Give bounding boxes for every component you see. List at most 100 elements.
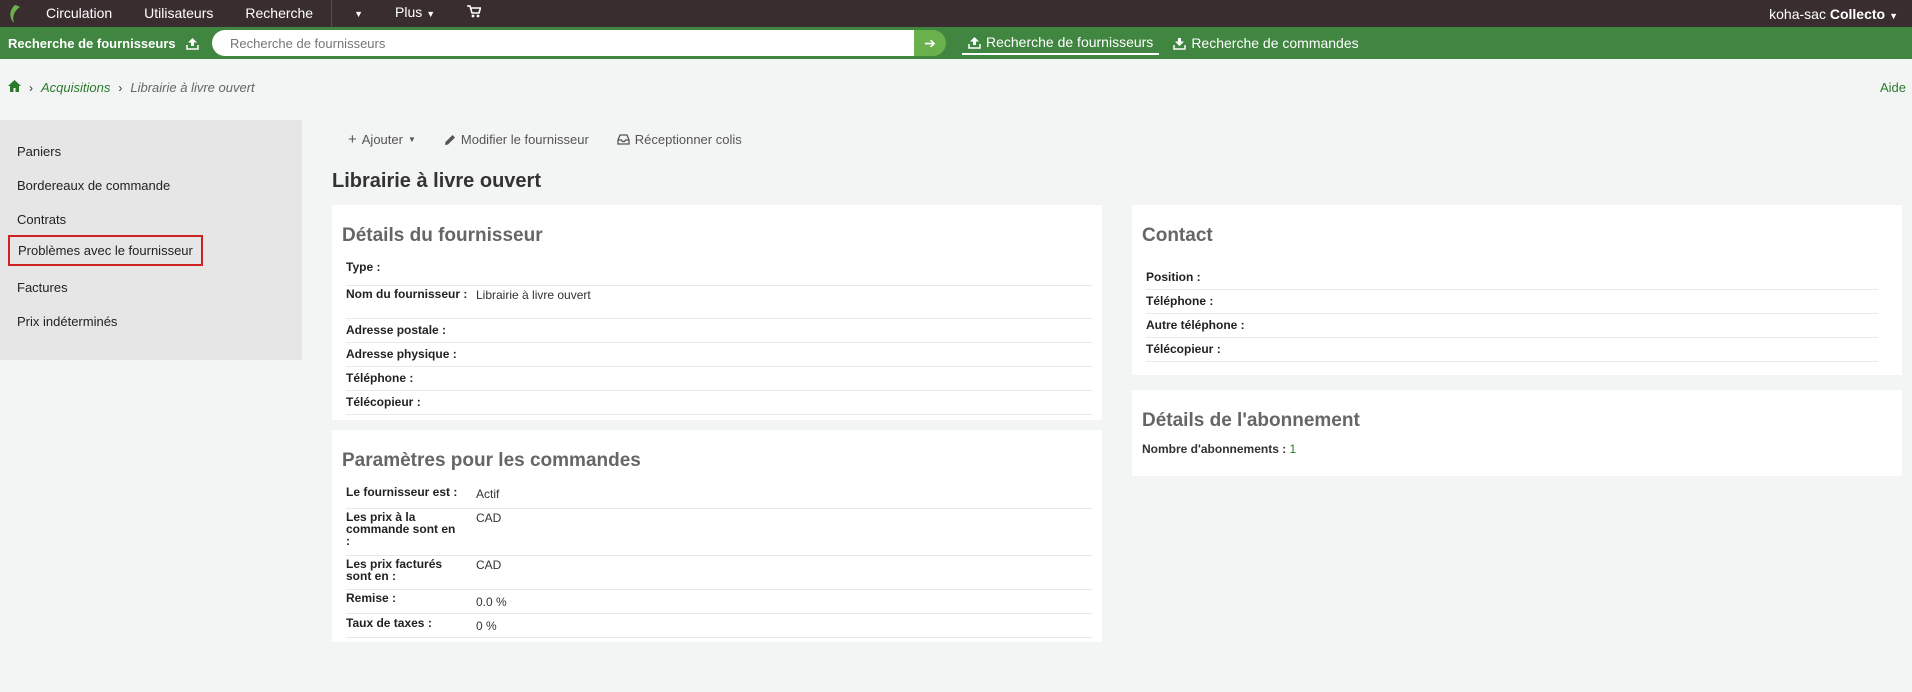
tax-label: Taux de taxes : xyxy=(346,616,432,630)
add-button-label: Ajouter xyxy=(361,132,403,147)
contact-phone-label: Téléphone : xyxy=(1146,294,1214,308)
detail-row-fax: Télécopieur : xyxy=(346,390,1092,415)
add-button[interactable]: + Ajouter ▼ xyxy=(348,131,416,148)
nav-separator xyxy=(331,0,333,27)
breadcrumb-acquisitions[interactable]: Acquisitions xyxy=(41,80,110,95)
order-params-title: Paramètres pour les commandes xyxy=(342,450,641,471)
caret-down-icon: ▼ xyxy=(1889,10,1898,21)
search-type-text: Recherche de fournisseurs xyxy=(8,35,176,51)
upload-icon xyxy=(185,37,199,50)
receive-shipments-button[interactable]: Réceptionner colis xyxy=(617,131,742,148)
tab-order-search[interactable]: Recherche de commandes xyxy=(1167,30,1364,56)
search-submit-button[interactable]: ➔ xyxy=(914,30,946,56)
arrow-right-icon: ➔ xyxy=(924,34,936,51)
nav-plus-label: Plus xyxy=(395,4,423,20)
subscription-count-row: Nombre d'abonnements : 1 xyxy=(1142,442,1296,456)
sidebar-item-contracts[interactable]: Contrats xyxy=(17,212,66,227)
contact-title: Contact xyxy=(1142,225,1213,246)
phone-label: Téléphone : xyxy=(346,371,414,385)
sidebar-item-baskets[interactable]: Paniers xyxy=(17,144,61,159)
chevron-right-icon: › xyxy=(118,80,123,95)
detail-row-postal: Adresse postale : xyxy=(346,318,1092,343)
postal-label: Adresse postale : xyxy=(346,323,447,337)
page-title: Librairie à livre ouvert xyxy=(332,170,541,192)
status-label: Le fournisseur est : xyxy=(346,485,458,499)
tab-order-search-label: Recherche de commandes xyxy=(1191,35,1359,51)
chevron-right-icon: › xyxy=(29,80,33,95)
param-row-invoice-prices: Les prix facturés sont en : CAD xyxy=(346,555,1092,590)
fax-label: Télécopieur : xyxy=(346,395,421,409)
param-row-tax: Taux de taxes : 0 % xyxy=(346,613,1092,638)
sidebar-item-uncertain-prices[interactable]: Prix indéterminés xyxy=(17,314,117,329)
sidebar-item-invoices[interactable]: Factures xyxy=(17,280,68,295)
sidebar: Paniers Bordereaux de commande Contrats … xyxy=(0,120,302,360)
nav-plus-menu[interactable]: Plus ▼ xyxy=(379,0,451,28)
nav-circulation[interactable]: Circulation xyxy=(30,0,128,27)
koha-logo-icon[interactable] xyxy=(0,0,30,27)
caret-down-icon: ▼ xyxy=(426,9,436,19)
contact-row-position: Position : xyxy=(1146,265,1878,290)
param-row-discount: Remise : 0.0 % xyxy=(346,589,1092,614)
vendor-details-title: Détails du fournisseur xyxy=(342,225,543,246)
search-input-wrapper xyxy=(212,30,914,56)
tab-vendor-search[interactable]: Recherche de fournisseurs xyxy=(962,31,1160,55)
user-menu[interactable]: koha-sac Collecto ▼ xyxy=(1769,6,1912,22)
upload-icon xyxy=(968,36,981,49)
vendor-search-input[interactable] xyxy=(212,34,832,52)
list-prices-label: Les prix à la commande sont en : xyxy=(346,510,456,548)
name-label: Nom du fournisseur : xyxy=(346,287,468,301)
user-name: koha-sac xyxy=(1769,5,1826,22)
detail-row-name: Nom du fournisseur : Librairie à livre o… xyxy=(346,285,1092,319)
contact-row-fax: Télécopieur : xyxy=(1146,337,1878,362)
discount-value: 0.0 % xyxy=(476,595,507,609)
nav-users[interactable]: Utilisateurs xyxy=(128,0,229,27)
list-prices-value: CAD xyxy=(476,511,502,525)
caret-down-icon: ▼ xyxy=(354,9,364,19)
sidebar-item-basket-groups[interactable]: Bordereaux de commande xyxy=(17,178,170,193)
nav-more-toggle[interactable]: ▼ xyxy=(334,0,379,28)
order-params-panel: Paramètres pour les commandes Le fournis… xyxy=(332,430,1102,642)
caret-down-icon: ▼ xyxy=(407,135,416,144)
vendor-details-panel: Détails du fournisseur Type : Nom du fou… xyxy=(332,205,1102,420)
edit-vendor-label: Modifier le fournisseur xyxy=(460,132,589,147)
top-navbar: Circulation Utilisateurs Recherche ▼ Plu… xyxy=(0,0,1912,27)
nav-search[interactable]: Recherche xyxy=(229,0,329,27)
edit-vendor-button[interactable]: Modifier le fournisseur xyxy=(444,131,589,148)
pencil-icon xyxy=(444,134,455,145)
subscription-title: Détails de l'abonnement xyxy=(1142,410,1360,431)
search-bar: Recherche de fournisseurs ➔ Recherche de… xyxy=(0,27,1912,59)
breadcrumb-current: Librairie à livre ouvert xyxy=(130,80,255,95)
alt-phone-label: Autre téléphone : xyxy=(1146,318,1245,332)
param-row-status: Le fournisseur est : Actif xyxy=(346,484,1092,509)
name-value: Librairie à livre ouvert xyxy=(476,288,591,302)
status-value: Actif xyxy=(476,487,500,501)
tab-vendor-search-label: Recherche de fournisseurs xyxy=(986,34,1154,50)
detail-row-physical: Adresse physique : xyxy=(346,342,1092,367)
help-link[interactable]: Aide xyxy=(1880,80,1906,95)
type-label: Type : xyxy=(346,260,381,274)
subscription-count-link[interactable]: 1 xyxy=(1290,442,1297,456)
contact-fax-label: Télécopieur : xyxy=(1146,342,1221,356)
contact-row-alt-phone: Autre téléphone : xyxy=(1146,313,1878,338)
contact-row-phone: Téléphone : xyxy=(1146,289,1878,314)
download-icon xyxy=(1173,37,1187,50)
detail-row-type: Type : xyxy=(346,261,1092,286)
discount-label: Remise : xyxy=(346,591,397,605)
home-icon[interactable] xyxy=(8,80,21,95)
search-type-label[interactable]: Recherche de fournisseurs xyxy=(0,36,208,51)
breadcrumb: › Acquisitions › Librairie à livre ouver… xyxy=(8,80,255,95)
sidebar-item-vendor-issues[interactable]: Problèmes avec le fournisseur xyxy=(8,235,203,266)
subscription-panel: Détails de l'abonnement Nombre d'abonnem… xyxy=(1132,390,1902,476)
physical-label: Adresse physique : xyxy=(346,347,457,361)
toolbar: + Ajouter ▼ Modifier le fournisseur Réce… xyxy=(348,131,742,148)
tax-value: 0 % xyxy=(476,619,497,633)
inbox-icon xyxy=(617,134,630,145)
cart-icon[interactable] xyxy=(451,0,497,27)
invoice-prices-label: Les prix facturés sont en : xyxy=(346,557,443,583)
invoice-prices-value: CAD xyxy=(476,558,502,572)
plus-icon: + xyxy=(348,131,357,148)
contact-panel: Contact Position : Téléphone : Autre tél… xyxy=(1132,205,1902,375)
param-row-list-prices: Les prix à la commande sont en : CAD xyxy=(346,508,1092,556)
library-name: Collecto xyxy=(1829,5,1886,22)
detail-row-phone: Téléphone : xyxy=(346,366,1092,391)
